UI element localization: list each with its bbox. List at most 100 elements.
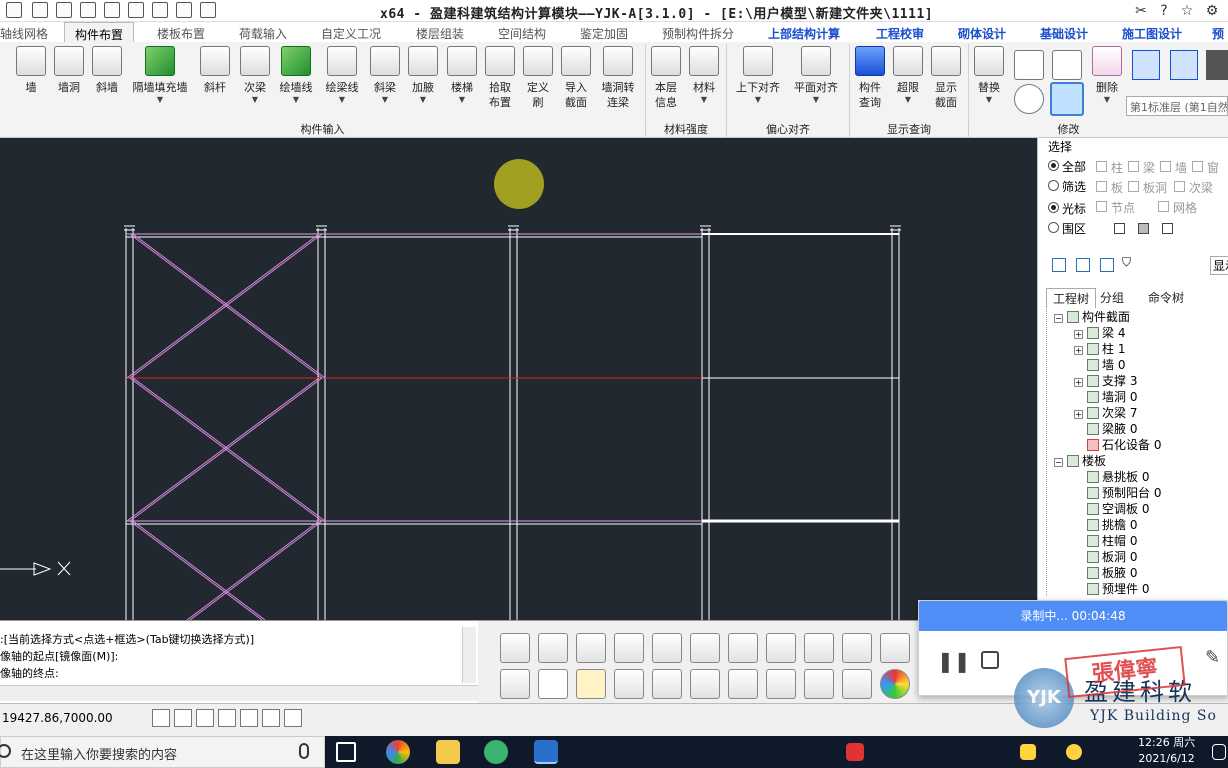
extend-icon[interactable] [538,633,568,663]
move-icon[interactable] [1014,50,1044,80]
pick-layout-button[interactable]: 拾取布置 [484,46,516,132]
wall-button[interactable]: 墙 [14,46,48,132]
tree-node-prefab-balcony[interactable]: 预制阳台 0 [1087,485,1161,501]
tree-node-member-section[interactable]: − 构件截面 [1054,309,1130,325]
tree-node-wall[interactable]: 墙 0 [1087,357,1125,373]
polar-icon[interactable] [218,709,236,727]
pdf-icon[interactable] [538,669,568,699]
chk-node[interactable] [1096,201,1107,212]
list-icon[interactable] [804,669,834,699]
member-query-button[interactable]: 构件查询 [854,46,886,132]
tab-masonry[interactable]: 砌体设计 [958,25,1006,42]
chk-grid[interactable] [1158,201,1169,212]
tree-node-ac-slab[interactable]: 空调板 0 [1087,501,1149,517]
save-as-icon[interactable] [56,2,72,18]
select-mode-3-icon[interactable] [1162,223,1173,234]
side-view-icon[interactable] [652,633,682,663]
radio-filter[interactable] [1048,180,1059,191]
tray-app-icon[interactable] [1020,744,1036,760]
tracking-icon[interactable] [262,709,280,727]
tray-add-icon[interactable] [1066,744,1082,760]
tree-node-cantilever-slab[interactable]: 悬挑板 0 [1087,469,1149,485]
settings-icon[interactable]: ⚙ [1203,2,1221,20]
dwg-icon[interactable] [576,669,606,699]
secondary-beam-button[interactable]: 次梁 ▼ [238,46,272,132]
chk-window[interactable] [1192,161,1203,172]
radio-all[interactable] [1048,160,1059,171]
notification-icon[interactable] [1212,744,1226,760]
chk-beam[interactable] [1128,161,1139,172]
copy-icon[interactable] [1052,50,1082,80]
command-window[interactable]: :[当前选择方式<点选+框选>(Tab键切换选择方式)] 像轴的起点[镜像面(M… [0,620,478,703]
slant-beam-button[interactable]: 斜梁 ▼ [368,46,402,132]
redo-icon[interactable] [104,2,120,18]
diagonal-member-button[interactable]: 斜杆 [198,46,232,132]
tree-node-secondary-beam[interactable]: + 次梁 7 [1074,405,1137,421]
taskbar-clock[interactable]: 12:26 周六 2021/6/12 [1138,735,1195,767]
tab-review[interactable]: 工程校审 [876,25,924,42]
command-scrollbar[interactable] [462,627,476,683]
chrome-icon[interactable] [386,740,410,764]
vertical-align-button[interactable]: 上下对齐 ▼ [732,46,784,132]
tree-node-brace[interactable]: + 支撑 3 [1074,373,1137,389]
open-icon[interactable] [6,2,22,18]
mirror-icon[interactable] [1050,82,1084,116]
undo-icon[interactable] [80,2,96,18]
draw-beam-line-button[interactable]: 绘梁线 ▼ [322,46,362,132]
floor-info-button[interactable]: 本层信息 [650,46,682,132]
chk-slab-hole[interactable] [1128,181,1139,192]
tree-node-slab[interactable]: − 楼板 [1054,453,1106,469]
select-mode-2-icon[interactable] [1138,223,1149,234]
tree-node-petro-equipment[interactable]: 石化设备 0 [1087,437,1161,453]
import-section-button[interactable]: 导入截面 [560,46,592,132]
tab-custom-case[interactable]: 自定义工况 [321,25,381,42]
tree-node-slab-hole[interactable]: 板洞 0 [1087,549,1137,565]
ucs-icon[interactable] [284,709,302,727]
taskbar-search[interactable]: 在这里输入你要搜索的内容 [0,736,325,768]
measure-icon[interactable] [842,669,872,699]
floor-stack-icon[interactable] [1206,50,1228,80]
tree-node-slab-haunch[interactable]: 板腋 0 [1087,565,1137,581]
note-icon[interactable] [728,669,758,699]
building-icon[interactable] [614,669,644,699]
star-icon[interactable]: ☆ [1178,2,1196,20]
tab-prefab-split[interactable]: 预制构件拆分 [662,25,734,42]
drawing-canvas[interactable] [0,138,1037,621]
color-wheel-icon[interactable] [880,669,910,699]
show-section-button[interactable]: 显示截面 [930,46,962,132]
radio-cursor[interactable] [1048,202,1059,213]
text-icon[interactable] [766,669,796,699]
tree-node-column[interactable]: + 柱 1 [1074,341,1125,357]
display-button[interactable]: 显示 [1210,256,1228,275]
chk-slab[interactable] [1096,181,1107,192]
tab-project-tree[interactable]: 工程树 [1046,288,1097,308]
tree-node-beam-haunch[interactable]: 梁腋 0 [1087,421,1137,437]
tab-appraisal[interactable]: 鉴定加固 [580,25,628,42]
tab-foundation[interactable]: 基础设计 [1040,25,1088,42]
over-limit-button[interactable]: 超限 ▼ [892,46,924,132]
tree-node-column-cap[interactable]: 柱帽 0 [1087,533,1137,549]
break-icon[interactable] [576,633,606,663]
stair-button[interactable]: 楼梯 ▼ [444,46,480,132]
wall-hole-button[interactable]: 墙洞 [52,46,86,132]
pause-icon[interactable]: ❚❚ [937,649,971,673]
filter-tool-3-icon[interactable] [1100,258,1114,272]
tab-member-layout[interactable]: 构件布置 [64,22,135,42]
yjk-taskbar-icon[interactable] [534,740,558,764]
chk-wall[interactable] [1160,161,1171,172]
object-snap-icon[interactable] [240,709,258,727]
delete-button[interactable]: 删除 ▼ [1090,46,1124,132]
pan-icon[interactable] [804,633,834,663]
save-icon[interactable] [32,2,48,18]
filter-tool-1-icon[interactable] [1052,258,1066,272]
tab-group[interactable]: 分组 [1094,288,1130,307]
tab-load-input[interactable]: 荷载输入 [239,25,287,42]
filter-tool-2-icon[interactable] [1076,258,1090,272]
tree-node-wall-hole[interactable]: 墙洞 0 [1087,389,1137,405]
tab-structure-calc[interactable]: 上部结构计算 [768,25,840,42]
chk-column[interactable] [1096,161,1107,172]
ortho-icon[interactable] [196,709,214,727]
haunch-button[interactable]: 加腋 ▼ [406,46,440,132]
task-view-icon[interactable] [336,742,356,762]
grid-icon[interactable] [174,709,192,727]
